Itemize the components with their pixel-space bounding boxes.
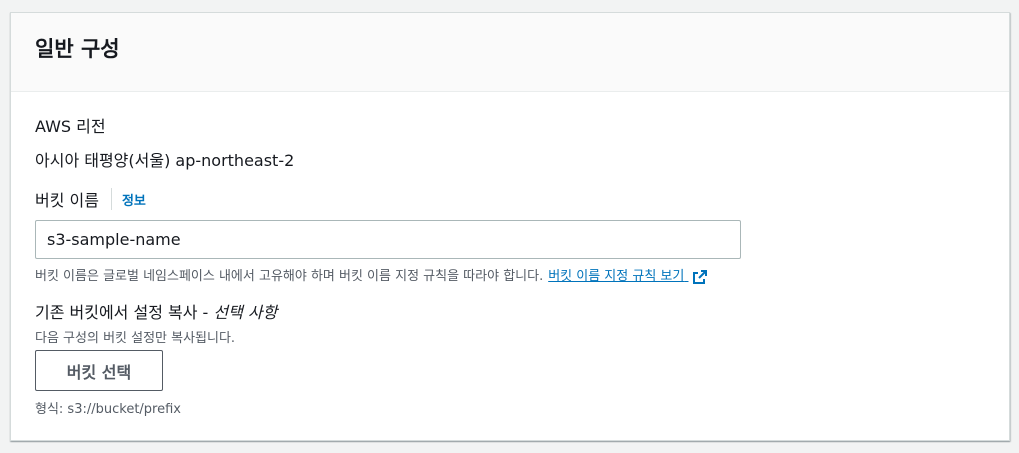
bucket-name-label: 버킷 이름	[35, 191, 99, 210]
panel-title: 일반 구성	[35, 37, 120, 61]
naming-rules-link-text: 버킷 이름 지정 규칙 보기	[548, 269, 685, 284]
info-link[interactable]: 정보	[122, 190, 146, 209]
bucket-name-hint-text: 버킷 이름은 글로벌 네임스페이스 내에서 고유해야 하며 버킷 이름 지정 규…	[35, 269, 544, 285]
general-configuration-panel: 일반 구성 AWS 리전 아시아 태평양(서울) ap-northeast-2 …	[10, 12, 1010, 441]
bucket-name-label-row: 버킷 이름 정보	[35, 187, 146, 211]
copy-settings-label-text: 기존 버킷에서 설정 복사 -	[35, 303, 214, 322]
format-hint: 형식: s3://bucket/prefix	[35, 402, 181, 417]
copy-settings-hint: 다음 구성의 버킷 설정만 복사됩니다.	[35, 331, 236, 346]
label-divider	[110, 188, 112, 210]
choose-bucket-button[interactable]: 버킷 선택	[35, 350, 163, 391]
region-label: AWS 리전	[35, 117, 106, 136]
copy-settings-label: 기존 버킷에서 설정 복사 - 선택 사항	[35, 299, 277, 323]
panel-header: 일반 구성	[11, 13, 1009, 92]
bucket-name-hint: 버킷 이름은 글로벌 네임스페이스 내에서 고유해야 하며 버킷 이름 지정 규…	[35, 265, 708, 285]
optional-tag: 선택 사항	[213, 303, 278, 322]
region-value: 아시아 태평양(서울) ap-northeast-2	[35, 151, 295, 170]
bucket-name-input[interactable]	[35, 220, 741, 259]
naming-rules-link[interactable]: 버킷 이름 지정 규칙 보기	[548, 265, 708, 285]
external-link-icon	[693, 269, 708, 284]
